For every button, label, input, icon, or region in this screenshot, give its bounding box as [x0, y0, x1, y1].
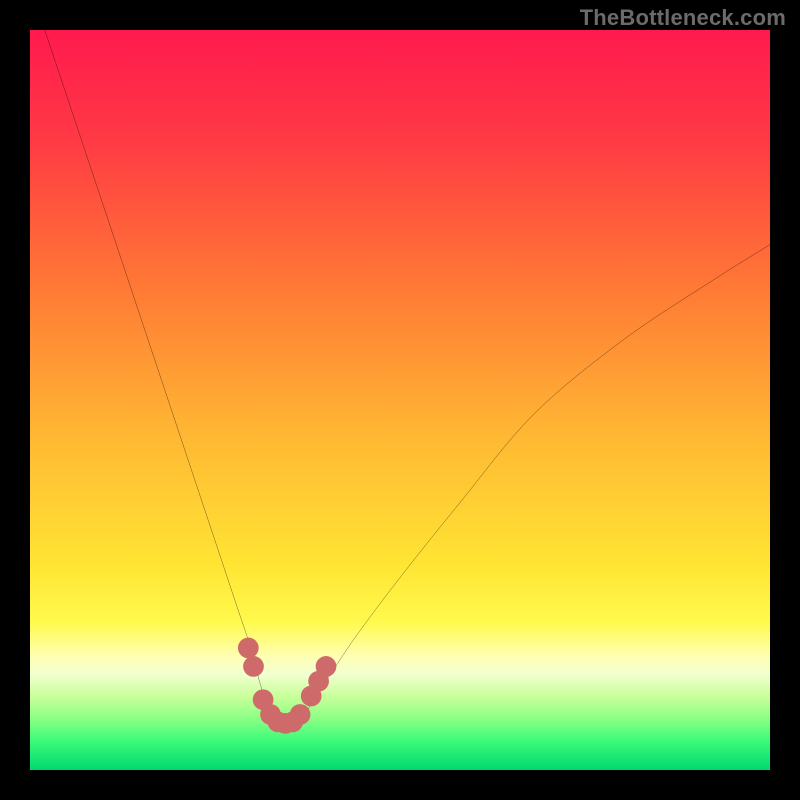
marker-dot — [243, 656, 264, 677]
chart-svg — [30, 30, 770, 770]
plot-area — [30, 30, 770, 770]
outer-frame: TheBottleneck.com — [0, 0, 800, 800]
bottleneck-curve — [45, 30, 770, 726]
watermark-text: TheBottleneck.com — [580, 5, 786, 31]
marker-dot — [290, 704, 311, 725]
marker-group — [238, 638, 336, 734]
marker-dot — [238, 638, 259, 659]
marker-dot — [316, 656, 337, 677]
